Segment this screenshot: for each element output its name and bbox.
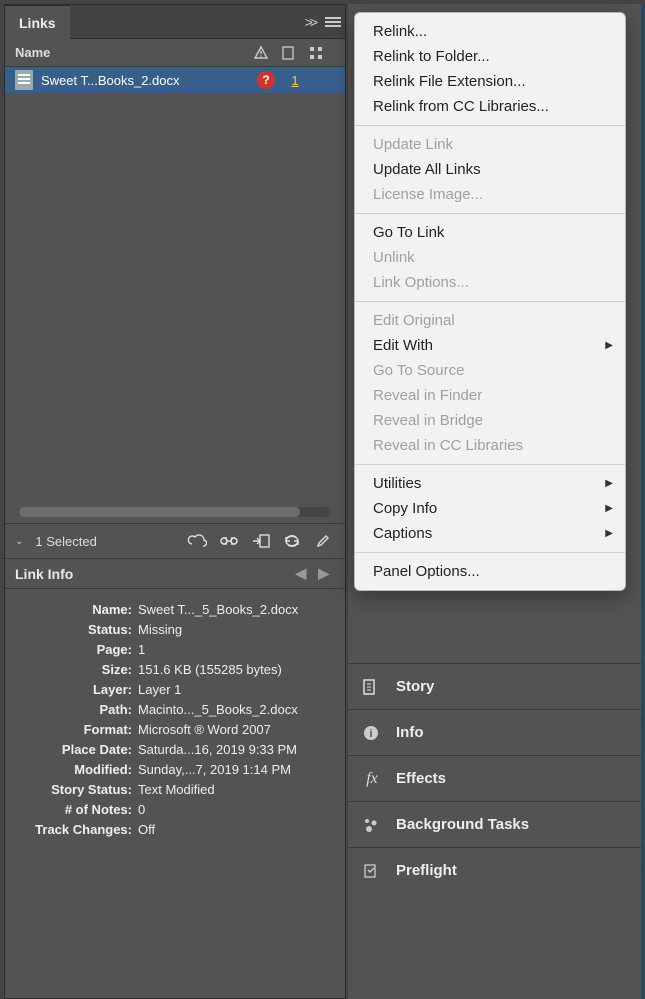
expand-toggle-icon[interactable]: ⌄ — [15, 536, 23, 547]
menu-update-link: Update Link — [355, 132, 625, 157]
effects-icon: fx — [362, 770, 382, 788]
menu-edit-with[interactable]: Edit With — [355, 333, 625, 358]
menu-relink[interactable]: Relink... — [355, 19, 625, 44]
menu-unlink: Unlink — [355, 245, 625, 270]
link-filename: Sweet T...Books_2.docx — [41, 73, 249, 88]
panel-menu-button[interactable] — [325, 15, 341, 30]
menu-copy-info[interactable]: Copy Info — [355, 496, 625, 521]
menu-reveal-cc: Reveal in CC Libraries — [355, 433, 625, 458]
links-list: Sweet T...Books_2.docx ? 1 — [5, 67, 345, 523]
next-link-button[interactable]: ▶ — [312, 565, 335, 582]
info-page-key: Page: — [17, 642, 132, 657]
menu-reveal-finder: Reveal in Finder — [355, 383, 625, 408]
panel-effects[interactable]: fx Effects — [348, 755, 641, 801]
info-status-value: Missing — [138, 622, 333, 637]
info-path-value: Macinto..._5_Books_2.docx — [138, 702, 333, 717]
menu-edit-original: Edit Original — [355, 308, 625, 333]
panel-info[interactable]: i Info — [348, 709, 641, 755]
info-name-value: Sweet T..._5_Books_2.docx — [138, 602, 333, 617]
panel-label: Effects — [396, 770, 446, 787]
info-notes-key: # of Notes: — [17, 802, 132, 817]
menu-separator — [355, 213, 625, 214]
menu-separator — [355, 125, 625, 126]
info-name-key: Name: — [17, 602, 132, 617]
menu-relink-cc[interactable]: Relink from CC Libraries... — [355, 94, 625, 119]
info-format-key: Format: — [17, 722, 132, 737]
link-info-section: Name: Sweet T..._5_Books_2.docx Status: Mi… — [5, 589, 345, 850]
panel-label: Story — [396, 678, 434, 695]
column-page-icon[interactable] — [281, 45, 309, 61]
tab-links[interactable]: Links — [5, 5, 70, 39]
info-size-key: Size: — [17, 662, 132, 677]
menu-captions[interactable]: Captions — [355, 521, 625, 546]
links-panel-flyout-menu: Relink... Relink to Folder... Relink Fil… — [354, 12, 626, 591]
menu-goto-link[interactable]: Go To Link — [355, 220, 625, 245]
selection-count: 1 Selected — [35, 534, 96, 549]
links-panel: Links >> Name Sweet T...Books_2.docx ? 1 — [4, 4, 346, 999]
column-headers: Name — [5, 39, 345, 67]
info-path-key: Path: — [17, 702, 132, 717]
hamburger-icon — [325, 15, 341, 27]
menu-relink-extension[interactable]: Relink File Extension... — [355, 69, 625, 94]
menu-reveal-bridge: Reveal in Bridge — [355, 408, 625, 433]
column-status-icon[interactable] — [253, 45, 281, 61]
info-status-key: Status: — [17, 622, 132, 637]
menu-panel-options[interactable]: Panel Options... — [355, 559, 625, 584]
info-icon: i — [362, 724, 382, 742]
panel-preflight[interactable]: Preflight — [348, 847, 641, 893]
info-modified-value: Sunday,...7, 2019 1:14 PM — [138, 762, 333, 777]
info-track-key: Track Changes: — [17, 822, 132, 837]
info-modified-key: Modified: — [17, 762, 132, 777]
info-placedate-key: Place Date: — [17, 742, 132, 757]
info-storystatus-value: Text Modified — [138, 782, 333, 797]
document-icon — [15, 70, 33, 90]
info-notes-value: 0 — [138, 802, 333, 817]
menu-goto-source: Go To Source — [355, 358, 625, 383]
menu-separator — [355, 552, 625, 553]
link-info-title: Link Info — [15, 566, 73, 582]
update-link-button[interactable] — [283, 533, 303, 549]
collapse-icon[interactable]: >> — [305, 14, 315, 30]
column-name[interactable]: Name — [15, 45, 253, 60]
horizontal-scrollbar[interactable] — [19, 507, 331, 517]
menu-license-image: License Image... — [355, 182, 625, 207]
info-format-value: Microsoft ® Word 2007 — [138, 722, 333, 737]
info-layer-value: Layer 1 — [138, 682, 333, 697]
edit-original-button[interactable] — [315, 533, 335, 549]
background-tasks-icon — [362, 816, 382, 834]
prev-link-button[interactable]: ◀ — [289, 565, 312, 582]
missing-status-icon: ? — [257, 71, 275, 89]
story-icon — [362, 678, 382, 696]
info-size-value: 151.6 KB (155285 bytes) — [138, 662, 333, 677]
links-toolbar: ⌄ 1 Selected — [5, 523, 345, 559]
menu-separator — [355, 464, 625, 465]
panel-label: Preflight — [396, 862, 457, 879]
menu-link-options: Link Options... — [355, 270, 625, 295]
link-page-number[interactable]: 1 — [283, 73, 307, 88]
preflight-icon — [362, 862, 382, 880]
info-layer-key: Layer: — [17, 682, 132, 697]
panel-tabbar: Links >> — [5, 5, 345, 39]
goto-link-button[interactable] — [251, 533, 271, 549]
relink-cc-button[interactable] — [187, 534, 207, 548]
menu-utilities[interactable]: Utilities — [355, 471, 625, 496]
relink-button[interactable] — [219, 535, 239, 547]
info-page-value: 1 — [138, 642, 333, 657]
info-track-value: Off — [138, 822, 333, 837]
info-placedate-value: Saturda...16, 2019 9:33 PM — [138, 742, 333, 757]
link-info-header[interactable]: Link Info ◀ ▶ — [5, 559, 345, 589]
panel-background-tasks[interactable]: Background Tasks — [348, 801, 641, 847]
panel-label: Background Tasks — [396, 816, 529, 833]
scrollbar-thumb[interactable] — [19, 507, 300, 517]
column-thumb-icon[interactable] — [309, 46, 337, 60]
info-storystatus-key: Story Status: — [17, 782, 132, 797]
svg-text:i: i — [369, 728, 372, 740]
menu-update-all-links[interactable]: Update All Links — [355, 157, 625, 182]
link-row[interactable]: Sweet T...Books_2.docx ? 1 — [5, 67, 345, 93]
panel-story[interactable]: Story — [348, 663, 641, 709]
menu-separator — [355, 301, 625, 302]
menu-relink-folder[interactable]: Relink to Folder... — [355, 44, 625, 69]
panel-label: Info — [396, 724, 424, 741]
